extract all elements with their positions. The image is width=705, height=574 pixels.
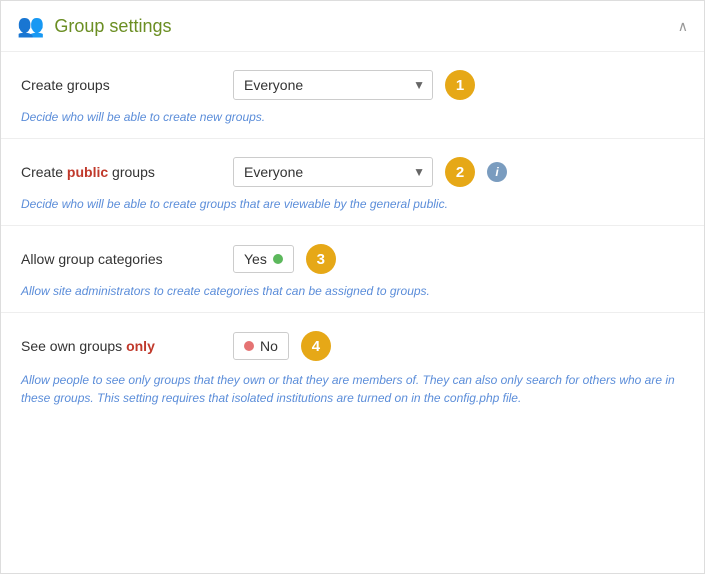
- create-groups-select[interactable]: Everyone Admins only Staff only: [233, 70, 433, 100]
- see-own-highlight: only: [126, 338, 155, 354]
- create-groups-hint: Decide who will be able to create new gr…: [21, 110, 684, 124]
- row-allow-group-categories: Allow group categories Yes 3: [21, 244, 684, 274]
- label-suffix: groups: [108, 164, 155, 180]
- row-see-own-groups-only: See own groups only No 4: [21, 331, 684, 361]
- section-allow-group-categories: Allow group categories Yes 3 Allow site …: [1, 226, 704, 313]
- create-public-groups-select-wrapper: Everyone Admins only Staff only ▼: [233, 157, 433, 187]
- group-icon: 👥: [17, 13, 44, 39]
- create-groups-label: Create groups: [21, 77, 221, 93]
- see-own-groups-toggle[interactable]: No: [233, 332, 289, 360]
- section-create-public-groups: Create public groups Everyone Admins onl…: [1, 139, 704, 226]
- see-own-prefix: See own groups: [21, 338, 126, 354]
- row-create-public-groups: Create public groups Everyone Admins onl…: [21, 157, 684, 187]
- toggle-no-label: No: [260, 338, 278, 354]
- create-groups-select-wrapper: Everyone Admins only Staff only ▼: [233, 70, 433, 100]
- card-header: 👥 Group settings ∧: [1, 1, 704, 52]
- header-left: 👥 Group settings: [17, 13, 171, 39]
- page-title: Group settings: [54, 16, 171, 37]
- collapse-icon[interactable]: ∧: [678, 18, 688, 35]
- toggle-yes-label: Yes: [244, 251, 267, 267]
- section-create-groups: Create groups Everyone Admins only Staff…: [1, 52, 704, 139]
- create-public-groups-select[interactable]: Everyone Admins only Staff only: [233, 157, 433, 187]
- section-see-own-groups-only: See own groups only No 4 Allow people to…: [1, 313, 704, 421]
- create-public-groups-hint: Decide who will be able to create groups…: [21, 197, 684, 211]
- info-icon[interactable]: i: [487, 162, 507, 182]
- label-prefix: Create: [21, 164, 67, 180]
- allow-group-categories-hint: Allow site administrators to create cate…: [21, 284, 684, 298]
- badge-3: 3: [306, 244, 336, 274]
- badge-1: 1: [445, 70, 475, 100]
- see-own-groups-label: See own groups only: [21, 338, 221, 354]
- toggle-off-dot: [244, 341, 254, 351]
- create-public-groups-label: Create public groups: [21, 164, 221, 180]
- badge-4: 4: [301, 331, 331, 361]
- badge-2: 2: [445, 157, 475, 187]
- allow-group-categories-toggle[interactable]: Yes: [233, 245, 294, 273]
- row-create-groups: Create groups Everyone Admins only Staff…: [21, 70, 684, 100]
- group-settings-card: 👥 Group settings ∧ Create groups Everyon…: [0, 0, 705, 574]
- allow-group-categories-label: Allow group categories: [21, 251, 221, 267]
- see-own-groups-hint: Allow people to see only groups that the…: [21, 371, 684, 407]
- toggle-on-dot: [273, 254, 283, 264]
- label-highlight: public: [67, 164, 108, 180]
